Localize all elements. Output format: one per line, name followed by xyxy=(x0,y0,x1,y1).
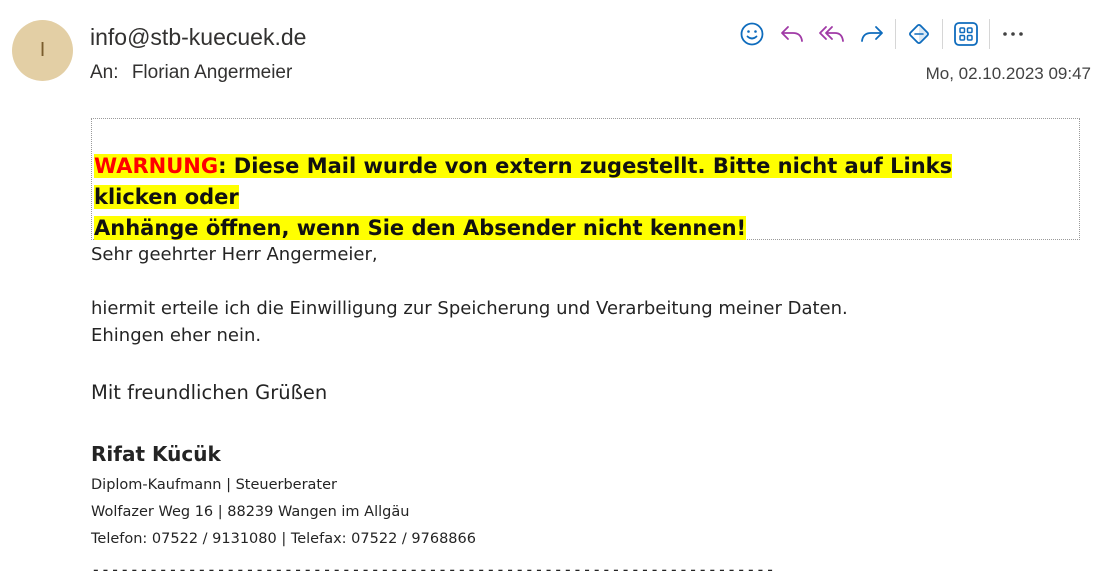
forward-button[interactable] xyxy=(852,16,892,52)
external-warning-banner: WARNUNG: Diese Mail wurde von extern zug… xyxy=(91,118,1080,240)
body-line-1: hiermit erteile ich die Einwilligung zur… xyxy=(91,298,848,319)
apps-icon xyxy=(954,22,978,46)
forward-icon xyxy=(861,26,883,42)
toolbar-divider xyxy=(895,19,896,49)
body-line-2: Ehingen eher nein. xyxy=(91,325,262,346)
sticky-note-icon xyxy=(909,24,929,44)
signature-divider: ----------------------------------------… xyxy=(91,560,775,579)
message-date: Mo, 02.10.2023 09:47 xyxy=(925,64,1091,83)
apps-button[interactable] xyxy=(946,16,986,52)
avatar-initial: I xyxy=(39,39,46,61)
reply-button[interactable] xyxy=(772,16,812,52)
signature-phone: Telefon: 07522 / 9131080 | Telefax: 0752… xyxy=(91,531,476,547)
reply-all-button[interactable] xyxy=(812,16,852,52)
signature-name: Rifat Kücük xyxy=(91,442,221,466)
warning-prefix: WARNUNG xyxy=(94,154,219,178)
sticky-note-button[interactable] xyxy=(899,16,939,52)
closing: Mit freundlichen Grüßen xyxy=(91,381,328,404)
signature-address: Wolfazer Weg 16 | 88239 Wangen im Allgäu xyxy=(91,504,410,520)
warning-line-1: : Diese Mail wurde von extern zugestellt… xyxy=(94,154,953,209)
recipient-name[interactable]: Florian Angermeier xyxy=(132,62,293,83)
more-icon xyxy=(1003,32,1023,36)
toolbar-divider xyxy=(989,19,990,49)
to-label: An: xyxy=(90,62,119,83)
reply-icon xyxy=(781,26,803,42)
warning-text: WARNUNG: Diese Mail wurde von extern zug… xyxy=(94,151,1014,244)
more-actions-button[interactable] xyxy=(993,16,1033,52)
emoji-reaction-button[interactable] xyxy=(732,16,772,52)
message-toolbar xyxy=(732,16,1033,52)
greeting: Sehr geehrter Herr Angermeier, xyxy=(91,244,378,265)
recipient-line: An: Florian Angermeier xyxy=(90,62,292,84)
warning-line-2: Anhänge öffnen, wenn Sie den Absender ni… xyxy=(94,216,747,240)
reply-all-icon xyxy=(819,26,844,42)
sender-avatar[interactable]: I xyxy=(12,20,73,81)
emoji-icon xyxy=(740,22,764,46)
signature-title: Diplom-Kaufmann | Steuerberater xyxy=(91,477,338,493)
sender-address[interactable]: info@stb-kuecuek.de xyxy=(90,24,306,51)
toolbar-divider xyxy=(942,19,943,49)
